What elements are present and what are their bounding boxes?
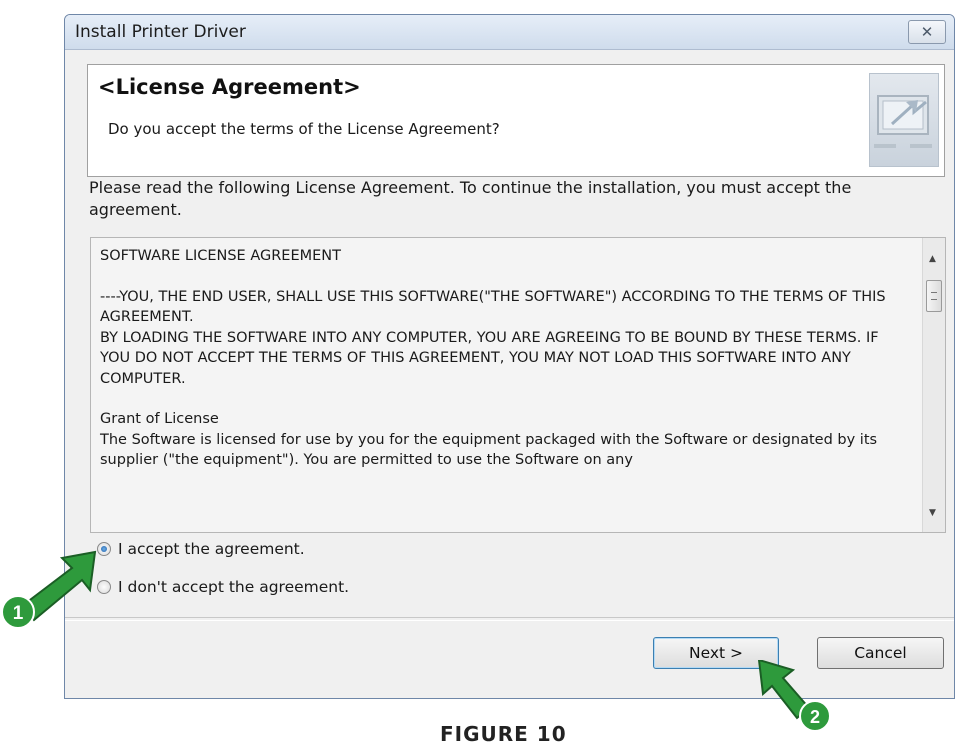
install-computer-icon	[869, 73, 939, 167]
step-2-arrow-icon: 2	[757, 660, 831, 732]
accept-label[interactable]: I accept the agreement.	[118, 540, 305, 558]
title-bar[interactable]: Install Printer Driver ✕	[65, 15, 954, 50]
header-panel: <License Agreement> Do you accept the te…	[87, 64, 945, 177]
license-paragraph: ----YOU, THE END USER, SHALL USE THIS SO…	[100, 288, 886, 387]
scroll-thumb[interactable]	[926, 280, 942, 312]
page-subtitle: Do you accept the terms of the License A…	[108, 120, 500, 138]
license-paragraph: SOFTWARE LICENSE AGREEMENT	[100, 248, 342, 264]
close-button[interactable]: ✕	[908, 20, 946, 44]
figure-caption: FIGURE 10	[440, 722, 567, 746]
installer-window: Install Printer Driver ✕ <License Agreem…	[64, 14, 955, 699]
license-text-area[interactable]: SOFTWARE LICENSE AGREEMENT ----YOU, THE …	[90, 237, 946, 533]
license-paragraph: Grant of License The Software is license…	[100, 411, 878, 468]
step-1-arrow-icon: 1	[1, 550, 97, 629]
license-content: SOFTWARE LICENSE AGREEMENT ----YOU, THE …	[100, 246, 900, 491]
vertical-scrollbar[interactable]: ▲ ▼	[922, 238, 945, 532]
step-2-label: 2	[810, 707, 820, 727]
window-title: Install Printer Driver	[75, 22, 246, 42]
cancel-button[interactable]: Cancel	[817, 637, 944, 669]
reject-label[interactable]: I don't accept the agreement.	[118, 578, 349, 596]
accept-option[interactable]: I accept the agreement.	[97, 540, 305, 558]
reject-option[interactable]: I don't accept the agreement.	[97, 578, 349, 596]
step-1-label: 1	[13, 603, 24, 624]
close-icon: ✕	[920, 23, 934, 41]
footer-separator	[65, 617, 954, 621]
instructions-text: Please read the following License Agreem…	[89, 178, 852, 219]
page-title: <License Agreement>	[98, 75, 361, 99]
scroll-down-arrow-icon[interactable]: ▼	[929, 508, 936, 518]
scroll-up-arrow-icon[interactable]: ▲	[929, 254, 936, 264]
